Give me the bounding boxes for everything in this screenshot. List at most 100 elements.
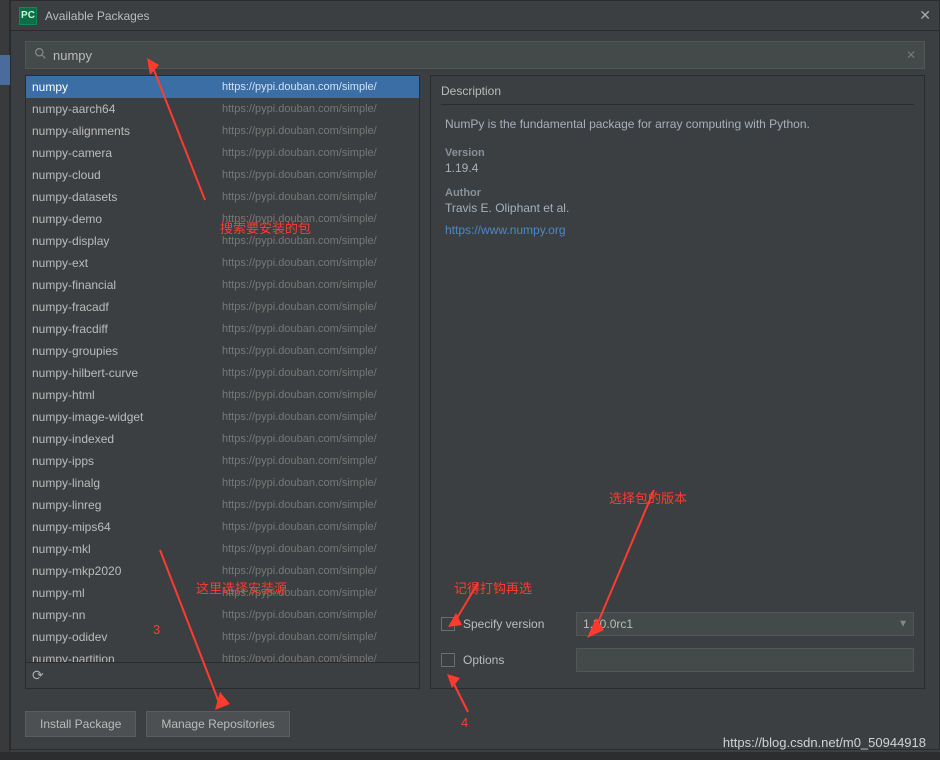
active-tool-indicator bbox=[0, 55, 10, 85]
version-value: 1.19.4 bbox=[445, 161, 914, 175]
package-repo-url: https://pypi.douban.com/simple/ bbox=[222, 279, 413, 291]
package-name: numpy-partition bbox=[32, 652, 222, 662]
package-row[interactable]: numpy-fracadfhttps://pypi.douban.com/sim… bbox=[26, 296, 419, 318]
version-label: Version bbox=[445, 147, 914, 159]
package-repo-url: https://pypi.douban.com/simple/ bbox=[222, 543, 413, 555]
specify-version-checkbox[interactable] bbox=[441, 617, 455, 631]
specify-version-row: Specify version ▼ bbox=[441, 612, 914, 636]
list-toolbar: ⟳ bbox=[26, 662, 419, 688]
package-row[interactable]: numpy-mklhttps://pypi.douban.com/simple/ bbox=[26, 538, 419, 560]
package-name: numpy-mkp2020 bbox=[32, 564, 222, 578]
refresh-icon[interactable]: ⟳ bbox=[32, 667, 44, 684]
options-row: Options bbox=[441, 648, 914, 672]
dialog-content: numpyhttps://pypi.douban.com/simple/nump… bbox=[11, 75, 939, 699]
ide-left-gutter bbox=[0, 0, 10, 760]
package-repo-url: https://pypi.douban.com/simple/ bbox=[222, 191, 413, 203]
package-repo-url: https://pypi.douban.com/simple/ bbox=[222, 103, 413, 115]
package-row[interactable]: numpy-exthttps://pypi.douban.com/simple/ bbox=[26, 252, 419, 274]
package-list[interactable]: numpyhttps://pypi.douban.com/simple/nump… bbox=[26, 76, 419, 662]
package-row[interactable]: numpy-ippshttps://pypi.douban.com/simple… bbox=[26, 450, 419, 472]
package-repo-url: https://pypi.douban.com/simple/ bbox=[222, 411, 413, 423]
package-repo-url: https://pypi.douban.com/simple/ bbox=[222, 631, 413, 643]
package-row[interactable]: numpy-htmlhttps://pypi.douban.com/simple… bbox=[26, 384, 419, 406]
package-repo-url: https://pypi.douban.com/simple/ bbox=[222, 301, 413, 313]
install-package-button[interactable]: Install Package bbox=[25, 711, 136, 737]
package-repo-url: https://pypi.douban.com/simple/ bbox=[222, 477, 413, 489]
package-row[interactable]: numpy-indexedhttps://pypi.douban.com/sim… bbox=[26, 428, 419, 450]
package-name: numpy-image-widget bbox=[32, 410, 222, 424]
package-row[interactable]: numpy-mlhttps://pypi.douban.com/simple/ bbox=[26, 582, 419, 604]
package-repo-url: https://pypi.douban.com/simple/ bbox=[222, 499, 413, 511]
package-repo-url: https://pypi.douban.com/simple/ bbox=[222, 455, 413, 467]
package-row[interactable]: numpy-groupieshttps://pypi.douban.com/si… bbox=[26, 340, 419, 362]
manage-repositories-button[interactable]: Manage Repositories bbox=[146, 711, 289, 737]
package-repo-url: https://pypi.douban.com/simple/ bbox=[222, 345, 413, 357]
package-details-pane: Description NumPy is the fundamental pac… bbox=[430, 75, 925, 689]
package-repo-url: https://pypi.douban.com/simple/ bbox=[222, 235, 413, 247]
package-row[interactable]: numpyhttps://pypi.douban.com/simple/ bbox=[26, 76, 419, 98]
package-repo-url: https://pypi.douban.com/simple/ bbox=[222, 147, 413, 159]
package-row[interactable]: numpy-partitionhttps://pypi.douban.com/s… bbox=[26, 648, 419, 662]
pycharm-icon: PC bbox=[19, 7, 37, 25]
package-row[interactable]: numpy-image-widgethttps://pypi.douban.co… bbox=[26, 406, 419, 428]
package-list-pane: numpyhttps://pypi.douban.com/simple/nump… bbox=[25, 75, 420, 689]
ide-status-bar bbox=[0, 752, 940, 760]
author-label: Author bbox=[445, 187, 914, 199]
search-input[interactable] bbox=[53, 48, 906, 63]
package-name: numpy-financial bbox=[32, 278, 222, 292]
package-row[interactable]: numpy-camerahttps://pypi.douban.com/simp… bbox=[26, 142, 419, 164]
clear-search-icon[interactable]: ✕ bbox=[906, 48, 916, 62]
package-row[interactable]: numpy-datasetshttps://pypi.douban.com/si… bbox=[26, 186, 419, 208]
options-label: Options bbox=[463, 653, 568, 667]
package-name: numpy-display bbox=[32, 234, 222, 248]
package-name: numpy-datasets bbox=[32, 190, 222, 204]
package-name: numpy-aarch64 bbox=[32, 102, 222, 116]
package-repo-url: https://pypi.douban.com/simple/ bbox=[222, 367, 413, 379]
package-name: numpy-camera bbox=[32, 146, 222, 160]
options-checkbox[interactable] bbox=[441, 653, 455, 667]
package-repo-url: https://pypi.douban.com/simple/ bbox=[222, 125, 413, 137]
package-name: numpy-ipps bbox=[32, 454, 222, 468]
package-repo-url: https://pypi.douban.com/simple/ bbox=[222, 609, 413, 621]
package-row[interactable]: numpy-demohttps://pypi.douban.com/simple… bbox=[26, 208, 419, 230]
package-row[interactable]: numpy-linalghttps://pypi.douban.com/simp… bbox=[26, 472, 419, 494]
search-icon bbox=[34, 47, 47, 63]
package-row[interactable]: numpy-alignmentshttps://pypi.douban.com/… bbox=[26, 120, 419, 142]
package-row[interactable]: numpy-mips64https://pypi.douban.com/simp… bbox=[26, 516, 419, 538]
package-repo-url: https://pypi.douban.com/simple/ bbox=[222, 521, 413, 533]
package-row[interactable]: numpy-displayhttps://pypi.douban.com/sim… bbox=[26, 230, 419, 252]
package-name: numpy-html bbox=[32, 388, 222, 402]
package-name: numpy-ext bbox=[32, 256, 222, 270]
package-row[interactable]: numpy-nnhttps://pypi.douban.com/simple/ bbox=[26, 604, 419, 626]
description-header: Description bbox=[441, 82, 914, 105]
close-icon[interactable]: ✕ bbox=[919, 7, 931, 24]
package-name: numpy-ml bbox=[32, 586, 222, 600]
package-repo-url: https://pypi.douban.com/simple/ bbox=[222, 587, 413, 599]
package-repo-url: https://pypi.douban.com/simple/ bbox=[222, 213, 413, 225]
package-row[interactable]: numpy-hilbert-curvehttps://pypi.douban.c… bbox=[26, 362, 419, 384]
package-name: numpy-linreg bbox=[32, 498, 222, 512]
package-row[interactable]: numpy-mkp2020https://pypi.douban.com/sim… bbox=[26, 560, 419, 582]
package-row[interactable]: numpy-aarch64https://pypi.douban.com/sim… bbox=[26, 98, 419, 120]
package-row[interactable]: numpy-financialhttps://pypi.douban.com/s… bbox=[26, 274, 419, 296]
package-repo-url: https://pypi.douban.com/simple/ bbox=[222, 169, 413, 181]
available-packages-dialog: PC Available Packages ✕ ✕ numpyhttps://p… bbox=[10, 0, 940, 750]
package-name: numpy-groupies bbox=[32, 344, 222, 358]
package-row[interactable]: numpy-cloudhttps://pypi.douban.com/simpl… bbox=[26, 164, 419, 186]
package-name: numpy-alignments bbox=[32, 124, 222, 138]
package-name: numpy-demo bbox=[32, 212, 222, 226]
package-repo-url: https://pypi.douban.com/simple/ bbox=[222, 323, 413, 335]
dialog-title: Available Packages bbox=[45, 9, 919, 23]
version-select[interactable] bbox=[576, 612, 914, 636]
package-homepage-link[interactable]: https://www.numpy.org bbox=[445, 223, 914, 237]
package-search-bar: ✕ bbox=[25, 41, 925, 69]
package-row[interactable]: numpy-fracdiffhttps://pypi.douban.com/si… bbox=[26, 318, 419, 340]
package-row[interactable]: numpy-linreghttps://pypi.douban.com/simp… bbox=[26, 494, 419, 516]
package-name: numpy-odidev bbox=[32, 630, 222, 644]
package-repo-url: https://pypi.douban.com/simple/ bbox=[222, 653, 413, 662]
package-name: numpy-nn bbox=[32, 608, 222, 622]
specify-version-label: Specify version bbox=[463, 617, 568, 631]
package-row[interactable]: numpy-odidevhttps://pypi.douban.com/simp… bbox=[26, 626, 419, 648]
package-repo-url: https://pypi.douban.com/simple/ bbox=[222, 257, 413, 269]
options-input[interactable] bbox=[576, 648, 914, 672]
